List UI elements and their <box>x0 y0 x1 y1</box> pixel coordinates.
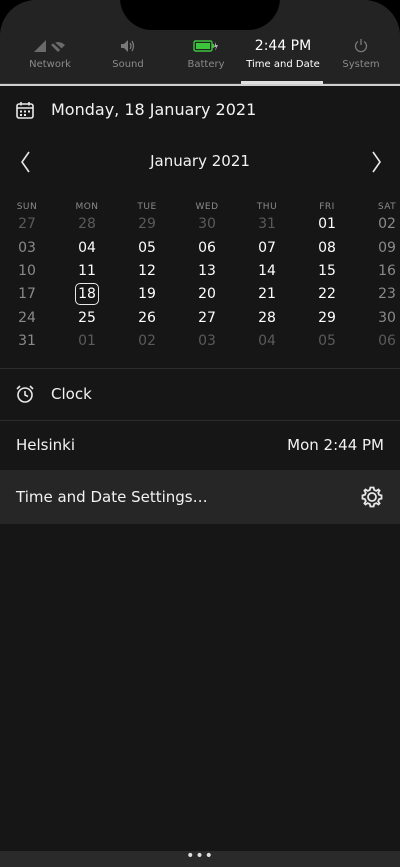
calendar-day[interactable]: 28 <box>67 214 107 234</box>
panel-divider <box>0 84 400 86</box>
calendar-day[interactable]: 04 <box>247 331 287 351</box>
calendar-day[interactable]: 17 <box>7 284 47 304</box>
calendar-day[interactable]: 05 <box>127 238 167 258</box>
weekday-header: WED <box>195 202 219 212</box>
calendar-day[interactable]: 26 <box>127 308 167 328</box>
city-time-row[interactable]: Helsinki Mon 2:44 PM <box>0 421 400 469</box>
month-title: January 2021 <box>150 152 250 170</box>
calendar-day[interactable]: 02 <box>127 331 167 351</box>
weekday-header: SAT <box>377 202 397 212</box>
settings-label: Time and Date Settings… <box>16 488 208 506</box>
clock-label: Clock <box>51 385 92 403</box>
calendar-day[interactable]: 05 <box>307 331 347 351</box>
calendar-day[interactable]: 29 <box>127 214 167 234</box>
current-date-row[interactable]: Monday, 18 January 2021 <box>0 90 400 132</box>
current-date: Monday, 18 January 2021 <box>51 100 257 119</box>
battery-icon <box>193 40 218 52</box>
calendar-day[interactable]: 16 <box>367 261 400 281</box>
clock-time: 2:44 PM <box>254 38 312 54</box>
indicator-bar: Network Sound Battery 2:44 PM Time and D… <box>0 0 400 84</box>
tab-system[interactable]: System <box>321 36 400 84</box>
calendar-day[interactable]: 03 <box>187 331 227 351</box>
calendar-day[interactable]: 03 <box>7 238 47 258</box>
weekday-header: THU <box>256 202 278 212</box>
weekday-header: MON <box>75 202 99 212</box>
indicator-panel: Network Sound Battery 2:44 PM Time and D… <box>0 0 400 867</box>
weekday-header: TUE <box>137 202 157 212</box>
time-and-date-settings-button[interactable]: Time and Date Settings… <box>0 470 400 524</box>
clock-row[interactable]: Clock <box>0 370 400 420</box>
tab-time-and-date[interactable]: 2:44 PM Time and Date <box>243 36 323 84</box>
tab-sound[interactable]: Sound <box>88 36 168 84</box>
calendar-day[interactable]: 02 <box>367 214 400 234</box>
calendar-day[interactable]: 11 <box>67 261 107 281</box>
calendar-day[interactable]: 31 <box>7 331 47 351</box>
calendar-day[interactable]: 14 <box>247 261 287 281</box>
calendar-day[interactable]: 01 <box>67 331 107 351</box>
calendar-day[interactable]: 12 <box>127 261 167 281</box>
calendar-day[interactable]: 30 <box>367 308 400 328</box>
bottom-edge-handle[interactable]: ••• <box>0 848 400 867</box>
calendar-day[interactable]: 15 <box>307 261 347 281</box>
calendar-day[interactable]: 19 <box>127 284 167 304</box>
tab-battery[interactable]: Battery <box>166 36 246 84</box>
gear-icon <box>361 486 383 508</box>
calendar-day[interactable]: 04 <box>67 238 107 258</box>
calendar-day[interactable]: 13 <box>187 261 227 281</box>
tab-sound-label: Sound <box>112 59 144 70</box>
tab-network[interactable]: Network <box>10 36 90 84</box>
tab-battery-label: Battery <box>187 59 225 70</box>
calendar-day[interactable]: 01 <box>307 214 347 234</box>
calendar-icon <box>16 102 34 119</box>
calendar-day[interactable]: 06 <box>187 238 227 258</box>
tab-network-label: Network <box>29 59 71 70</box>
calendar-day[interactable]: 08 <box>307 238 347 258</box>
calendar-day[interactable]: 30 <box>187 214 227 234</box>
sound-icon <box>121 40 135 52</box>
weekday-header: FRI <box>319 202 335 212</box>
calendar-day[interactable]: 27 <box>7 214 47 234</box>
section-divider <box>0 368 400 369</box>
city-name: Helsinki <box>16 436 76 454</box>
calendar-day[interactable]: 20 <box>187 284 227 304</box>
calendar-day[interactable]: 22 <box>307 284 347 304</box>
calendar-day[interactable]: 06 <box>367 331 400 351</box>
calendar-day-today[interactable]: 18 <box>75 283 99 305</box>
network-icon <box>34 40 65 53</box>
month-navigator: January 2021 <box>0 142 400 182</box>
city-time: Mon 2:44 PM <box>287 436 384 454</box>
handle-dots: ••• <box>186 848 214 864</box>
alarm-clock-icon <box>16 385 34 403</box>
weekday-header: SUN <box>16 202 38 212</box>
calendar-day[interactable]: 09 <box>367 238 400 258</box>
calendar-day[interactable]: 10 <box>7 261 47 281</box>
calendar-day[interactable]: 28 <box>247 308 287 328</box>
tab-time-and-date-label: Time and Date <box>246 59 320 70</box>
next-month-button[interactable] <box>364 148 388 176</box>
calendar-day[interactable]: 21 <box>247 284 287 304</box>
calendar-day[interactable]: 24 <box>7 308 47 328</box>
calendar-day[interactable]: 31 <box>247 214 287 234</box>
power-icon <box>354 39 368 53</box>
calendar-day[interactable]: 23 <box>367 284 400 304</box>
calendar-day[interactable]: 25 <box>67 308 107 328</box>
camera-notch <box>120 0 280 30</box>
calendar-day[interactable]: 27 <box>187 308 227 328</box>
calendar-day[interactable]: 07 <box>247 238 287 258</box>
tab-system-label: System <box>342 59 380 70</box>
calendar-day[interactable]: 29 <box>307 308 347 328</box>
